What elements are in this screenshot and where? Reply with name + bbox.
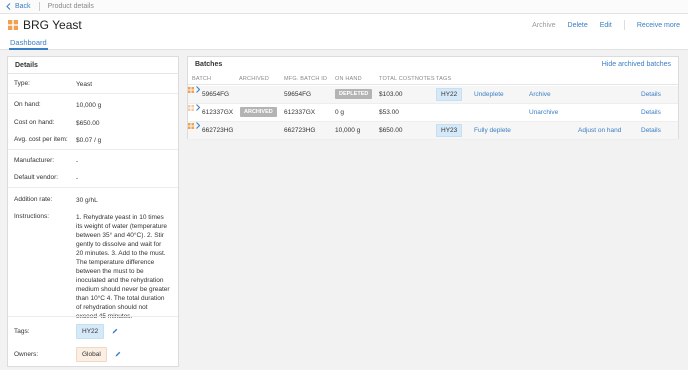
pencil-icon[interactable] <box>115 351 121 357</box>
top-nav-bar: Back Product details <box>0 0 688 14</box>
table-row[interactable]: 59654FG 59654FG DEPLETED $103.00 HY22 Un… <box>188 86 678 104</box>
divider <box>623 20 625 30</box>
cost-label: Cost on hand: <box>14 119 55 126</box>
archived-badge: ARCHIVED <box>240 107 277 117</box>
undeplete-link[interactable]: Undeplete <box>474 91 504 98</box>
table-row[interactable]: 662723HG 662723HG 10,000 g $650.00 HY23 … <box>188 122 678 140</box>
batches-heading: Batches <box>195 61 223 68</box>
manufacturer-value: - <box>76 158 79 165</box>
type-value: Yeast <box>76 81 93 88</box>
batches-panel: Batches Hide archived batches BATCH ARCH… <box>187 56 679 140</box>
product-grid-icon <box>8 20 18 30</box>
header-actions: Archive Delete Edit Receive more <box>520 20 680 30</box>
col-on-hand[interactable]: ON HAND <box>335 76 362 82</box>
batch-icon <box>188 87 194 93</box>
tab-bar: Dashboard <box>0 36 688 50</box>
chevron-right-icon[interactable] <box>196 86 201 93</box>
divider <box>8 316 178 317</box>
owner-chip[interactable]: Global <box>76 347 107 362</box>
detail-row-tags: Tags: HY22 <box>14 324 174 339</box>
col-mfg-batch-id[interactable]: MFG. BATCH ID <box>284 76 327 82</box>
manufacturer-label: Manufacturer: <box>14 157 55 164</box>
breadcrumb: Product details <box>47 3 94 10</box>
batch-icon <box>188 105 194 111</box>
detail-row-cost: Cost on hand: $650.00 <box>14 119 174 128</box>
chevron-left-icon <box>6 3 11 10</box>
tag-chip[interactable]: HY22 <box>436 88 463 101</box>
type-label: Type: <box>14 80 30 87</box>
adjust-on-hand-link[interactable]: Adjust on hand <box>578 127 621 134</box>
page-header: BRG Yeast Archive Delete Edit Receive mo… <box>0 14 688 36</box>
details-panel: Details Type: Yeast On hand: 10,000 g Co… <box>7 56 179 367</box>
detail-row-owners: Owners: Global <box>14 347 174 362</box>
back-link[interactable]: Back <box>6 3 31 10</box>
tag-chip[interactable]: HY22 <box>76 324 105 339</box>
total-cost: $650.00 <box>379 127 403 134</box>
unarchive-link[interactable]: Unarchive <box>529 109 558 116</box>
back-label: Back <box>15 3 31 10</box>
page-title: BRG Yeast <box>23 18 82 32</box>
depleted-badge: DEPLETED <box>335 89 373 99</box>
addition-rate-value: 30 g/hL <box>76 197 98 204</box>
detail-row-on-hand: On hand: 10,000 g <box>14 101 174 110</box>
col-archived[interactable]: ARCHIVED <box>239 76 269 82</box>
detail-row-manufacturer: Manufacturer: - <box>14 157 174 166</box>
detail-row-vendor: Default vendor: - <box>14 174 174 183</box>
on-hand-value: 10,000 g <box>76 102 102 109</box>
mfg-batch-id: 612337GX <box>284 109 316 116</box>
avg-cost-label: Avg. cost per item: <box>14 136 68 143</box>
on-hand-value: 0 g <box>335 109 345 116</box>
col-batch[interactable]: BATCH <box>192 76 211 82</box>
divider <box>8 187 178 188</box>
detail-row-type: Type: Yeast <box>14 80 174 89</box>
avg-cost-value: $0.07 / g <box>76 137 102 144</box>
total-cost: $103.00 <box>379 91 403 98</box>
hide-archived-link[interactable]: Hide archived batches <box>602 61 671 68</box>
details-link[interactable]: Details <box>641 109 661 116</box>
details-heading: Details <box>8 57 178 74</box>
details-link[interactable]: Details <box>641 91 661 98</box>
chevron-right-icon[interactable] <box>196 122 201 129</box>
mfg-batch-id: 662723HG <box>284 127 316 134</box>
instructions-value: 1. Rehydrate yeast in 10 times its weigh… <box>76 214 170 320</box>
delete-button[interactable]: Delete <box>568 22 588 29</box>
total-cost: $53.00 <box>379 109 399 116</box>
detail-row-instructions: Instructions: 1. Rehydrate yeast in 10 t… <box>14 213 174 321</box>
tags-label: Tags: <box>14 328 30 335</box>
table-header: BATCH ARCHIVED MFG. BATCH ID ON HAND TOT… <box>188 74 678 85</box>
col-tags[interactable]: TAGS <box>436 76 451 82</box>
tab-dashboard[interactable]: Dashboard <box>9 36 48 50</box>
archive-link[interactable]: Archive <box>529 91 551 98</box>
chevron-right-icon[interactable] <box>196 104 201 111</box>
details-link[interactable]: Details <box>641 127 661 134</box>
detail-row-avg-cost: Avg. cost per item: $0.07 / g <box>14 136 174 145</box>
receive-more-button[interactable]: Receive more <box>637 22 680 29</box>
batches-header: Batches Hide archived batches <box>188 57 678 72</box>
vendor-value: - <box>76 175 79 182</box>
tag-chip[interactable]: HY23 <box>436 124 463 137</box>
edit-button[interactable]: Edit <box>600 22 612 29</box>
divider <box>8 149 178 150</box>
table-row[interactable]: 612337GX ARCHIVED 612337GX 0 g $53.00 Un… <box>188 104 678 122</box>
cost-value: $650.00 <box>76 120 100 127</box>
on-hand-label: On hand: <box>14 101 41 108</box>
vendor-label: Default vendor: <box>14 174 59 181</box>
col-total-cost[interactable]: TOTAL COSTNOTES <box>379 76 435 82</box>
batch-id[interactable]: 59654FG <box>202 91 229 98</box>
divider <box>8 93 178 94</box>
mfg-batch-id: 59654FG <box>284 91 312 98</box>
addition-rate-label: Addition rate: <box>14 196 53 203</box>
batch-id[interactable]: 612337GX <box>202 109 233 116</box>
on-hand-value: 10,000 g <box>335 127 361 134</box>
batch-icon <box>188 123 194 129</box>
divider <box>38 2 40 11</box>
batch-id[interactable]: 662723HG <box>202 127 233 134</box>
fully-deplete-link[interactable]: Fully deplete <box>474 127 511 134</box>
instructions-label: Instructions: <box>14 213 50 220</box>
archive-button[interactable]: Archive <box>532 22 555 29</box>
owners-label: Owners: <box>14 351 39 358</box>
pencil-icon[interactable] <box>112 328 118 334</box>
detail-row-addition-rate: Addition rate: 30 g/hL <box>14 196 174 205</box>
